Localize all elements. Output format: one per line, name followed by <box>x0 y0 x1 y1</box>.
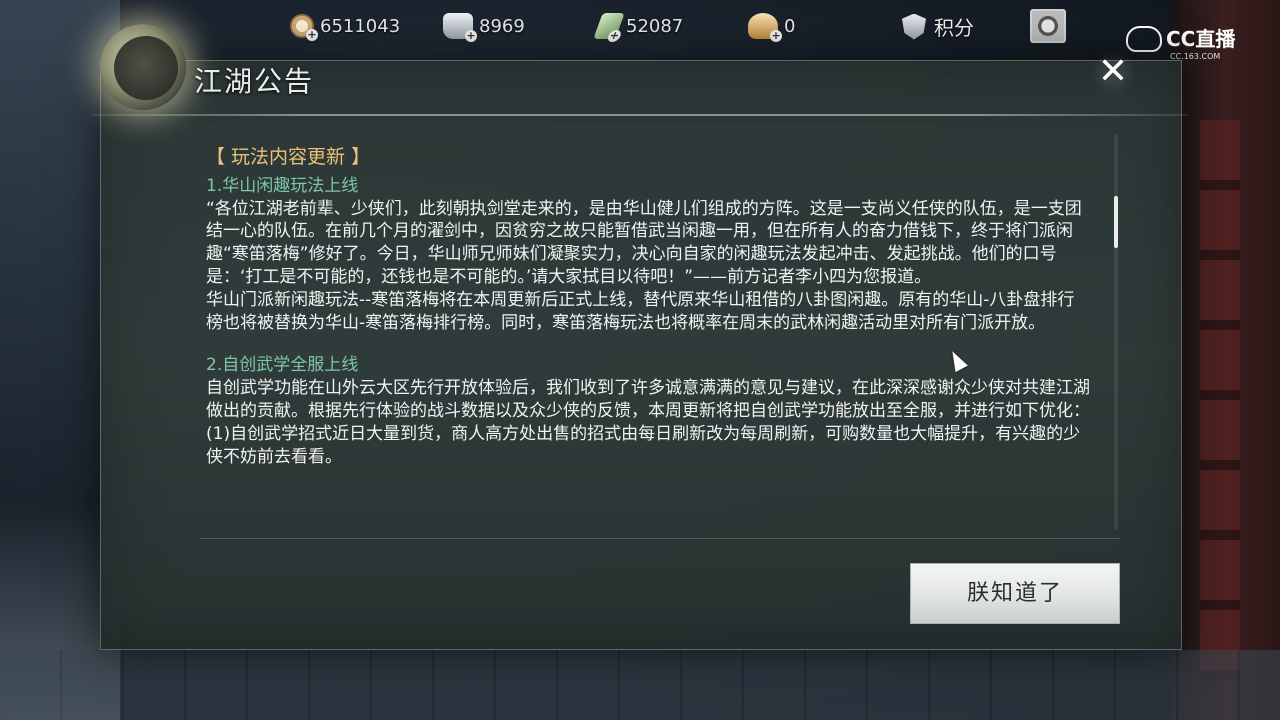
cc-cloud-icon <box>1126 26 1162 52</box>
ingot-value: 0 <box>784 15 796 37</box>
resource-silver[interactable]: + 8969 <box>443 12 525 42</box>
item-paragraph: 华山门派新闲趣玩法--寒笛落梅将在本周更新后正式上线，替代原来华山租借的八卦图闲… <box>206 289 1075 333</box>
acknowledge-button[interactable]: 朕知道了 <box>910 563 1120 624</box>
resource-bar: + 6511043 + 8969 + 52087 + 0 积分 CC直播 CC.… <box>0 0 1280 61</box>
coin-value: 6511043 <box>320 15 401 37</box>
resource-ingot[interactable]: + 0 <box>748 12 796 42</box>
background-floor <box>0 650 1280 720</box>
jade-value: 52087 <box>626 15 684 37</box>
notice-title: 江湖公告 <box>194 65 315 98</box>
ingot-icon: + <box>748 13 782 42</box>
background-right-pillars <box>1170 0 1280 720</box>
settings-icon[interactable] <box>1030 9 1066 43</box>
silver-value: 8969 <box>479 15 525 37</box>
points-label: 积分 <box>934 16 974 40</box>
points-button[interactable]: 积分 <box>902 12 974 41</box>
cc-brand: CC直播 <box>1166 27 1236 51</box>
content-divider <box>200 538 1120 539</box>
scrollbar-track[interactable] <box>1114 134 1118 530</box>
item-paragraph: 自创武学功能在山外云大区先行开放体验后，我们收到了许多诚意满满的意见与建议，在此… <box>206 378 1090 421</box>
shield-icon <box>902 13 926 40</box>
header-divider <box>92 114 1188 116</box>
item-title: 1.华山闲趣玩法上线 <box>206 175 359 196</box>
resource-jade[interactable]: + 52087 <box>593 12 684 42</box>
cc-watermark: CC直播 CC.163.COM <box>1126 26 1236 61</box>
item-paragraph: (1)自创武学招式近日大量到货，商人高方处出售的招式由每日刷新改为每周刷新，可购… <box>206 423 1081 467</box>
coin-icon: + <box>290 14 318 41</box>
jade-icon: + <box>593 13 625 42</box>
moon-emblem-inner <box>114 36 178 100</box>
close-icon[interactable]: ✕ <box>1090 50 1136 96</box>
silver-icon: + <box>443 13 477 42</box>
section-title: 【 玩法内容更新 】 <box>206 146 371 168</box>
resource-coin[interactable]: + 6511043 <box>290 12 401 41</box>
item-paragraph: “各位江湖老前辈、少侠们，此刻朝执剑堂走来的，是由华山健儿们组成的方阵。这是一支… <box>206 198 1082 287</box>
scrollbar-thumb[interactable] <box>1114 196 1118 248</box>
notice-content[interactable]: 【 玩法内容更新 】 1.华山闲趣玩法上线 “各位江湖老前辈、少侠们，此刻朝执剑… <box>206 146 1090 534</box>
